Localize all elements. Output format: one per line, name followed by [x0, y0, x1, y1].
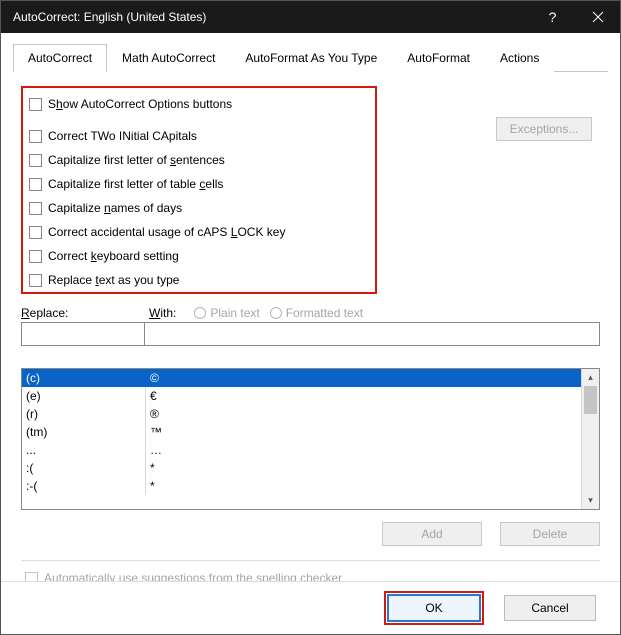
- dialog-footer: OK Cancel: [1, 581, 620, 634]
- chk-capitalize-table-cells[interactable]: Capitalize first letter of table cells: [23, 172, 375, 196]
- checkbox-icon: [29, 178, 42, 191]
- tab-autocorrect[interactable]: AutoCorrect: [13, 44, 107, 72]
- tab-math-autocorrect[interactable]: Math AutoCorrect: [107, 44, 230, 72]
- list-item[interactable]: :(*: [22, 459, 581, 477]
- chk-label: Correct keyboard setting: [48, 247, 179, 265]
- format-radio-group: Plain text Formatted text: [184, 306, 363, 320]
- chk-label: Correct accidental usage of cAPS LOCK ke…: [48, 223, 285, 241]
- scrollbar[interactable]: ▴ ▾: [581, 369, 599, 509]
- tab-actions[interactable]: Actions: [485, 44, 554, 72]
- replace-input[interactable]: [21, 322, 145, 346]
- close-button[interactable]: [575, 1, 620, 33]
- radio-formatted-label: Formatted text: [286, 306, 363, 320]
- autocorrect-dialog: AutoCorrect: English (United States) ? A…: [0, 0, 621, 635]
- options-highlight: Show AutoCorrect Options buttons Correct…: [21, 86, 377, 294]
- chk-label: Correct TWo INitial CApitals: [48, 127, 197, 145]
- ok-button[interactable]: OK: [388, 595, 480, 621]
- radio-icon: [194, 307, 206, 319]
- tab-autoformat-as-you-type[interactable]: AutoFormat As You Type: [230, 44, 392, 72]
- ok-highlight: OK: [384, 591, 484, 625]
- checkbox-icon: [29, 250, 42, 263]
- scroll-thumb[interactable]: [584, 386, 597, 414]
- tab-bar: AutoCorrect Math AutoCorrect AutoFormat …: [13, 43, 608, 72]
- replacement-list[interactable]: (c)© (e)€ (r)® (tm)™ ...… :(* :-(* ▴ ▾: [21, 368, 600, 510]
- dialog-title: AutoCorrect: English (United States): [13, 10, 530, 24]
- list-item[interactable]: (r)®: [22, 405, 581, 423]
- chk-show-options[interactable]: Show AutoCorrect Options buttons: [23, 92, 375, 116]
- chk-label: Show AutoCorrect Options buttons: [48, 95, 232, 113]
- chk-label: Capitalize first letter of table cells: [48, 175, 223, 193]
- chk-replace-as-type[interactable]: Replace text as you type: [23, 268, 375, 292]
- list-item[interactable]: (e)€: [22, 387, 581, 405]
- radio-plain-label: Plain text: [210, 306, 259, 320]
- list-item[interactable]: (tm)™: [22, 423, 581, 441]
- chk-caps-lock[interactable]: Correct accidental usage of cAPS LOCK ke…: [23, 220, 375, 244]
- chk-label: Capitalize first letter of sentences: [48, 151, 225, 169]
- list-item[interactable]: :-(*: [22, 477, 581, 495]
- list-item[interactable]: ...…: [22, 441, 581, 459]
- titlebar: AutoCorrect: English (United States) ?: [1, 1, 620, 33]
- checkbox-icon: [29, 154, 42, 167]
- scroll-down-icon[interactable]: ▾: [582, 492, 599, 509]
- scroll-up-icon[interactable]: ▴: [582, 369, 599, 386]
- chk-capitalize-sentences[interactable]: Capitalize first letter of sentences: [23, 148, 375, 172]
- checkbox-icon: [29, 98, 42, 111]
- chk-two-initial-caps[interactable]: Correct TWo INitial CApitals: [23, 124, 375, 148]
- help-button[interactable]: ?: [530, 1, 575, 33]
- add-button[interactable]: Add: [382, 522, 482, 546]
- chk-label: Replace text as you type: [48, 271, 179, 289]
- chk-label: Capitalize names of days: [48, 199, 182, 217]
- checkbox-icon: [29, 274, 42, 287]
- radio-icon: [270, 307, 282, 319]
- exceptions-button[interactable]: Exceptions...: [496, 117, 592, 141]
- delete-button[interactable]: Delete: [500, 522, 600, 546]
- list-item[interactable]: (c)©: [22, 369, 581, 387]
- replace-label: Replace:: [21, 306, 149, 320]
- chk-keyboard-setting[interactable]: Correct keyboard setting: [23, 244, 375, 268]
- checkbox-icon: [29, 130, 42, 143]
- chk-capitalize-days[interactable]: Capitalize names of days: [23, 196, 375, 220]
- with-label: With:: [149, 306, 176, 320]
- checkbox-icon: [29, 226, 42, 239]
- tab-autoformat[interactable]: AutoFormat: [392, 44, 485, 72]
- with-input[interactable]: [145, 322, 600, 346]
- checkbox-icon: [29, 202, 42, 215]
- cancel-button[interactable]: Cancel: [504, 595, 596, 621]
